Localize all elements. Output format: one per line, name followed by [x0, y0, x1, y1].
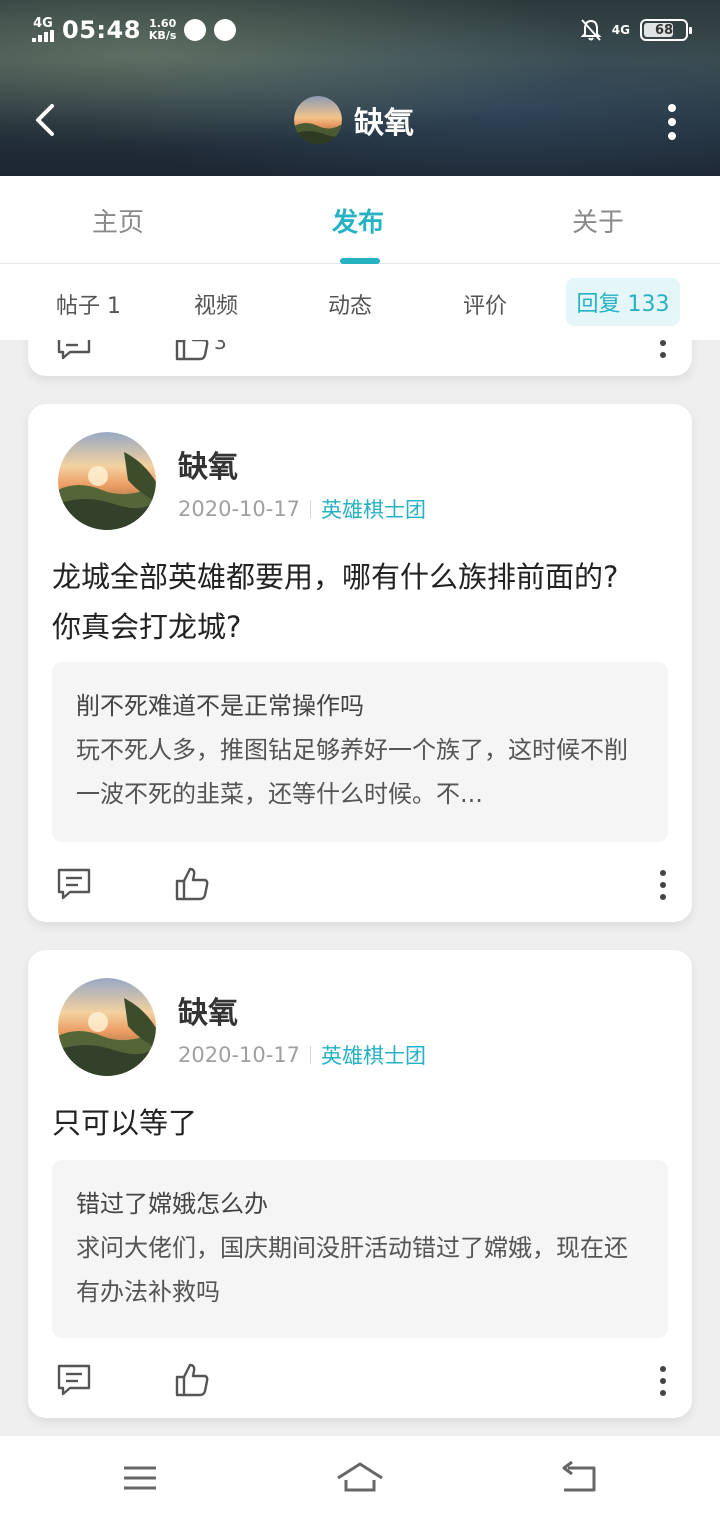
tab-about[interactable]: 关于 [572, 202, 624, 239]
chevron-left-icon[interactable] [30, 100, 62, 140]
network-speed-unit: KB/s [148, 29, 177, 42]
profile-header: 4G 05:48 1.60 KB/s 4G 68 缺氧 [0, 0, 720, 176]
reply-content: 只可以等了 [52, 1106, 198, 1140]
status-left: 4G 05:48 1.60 KB/s [32, 16, 237, 44]
post-actions [28, 1356, 692, 1404]
return-icon[interactable] [556, 1454, 604, 1502]
signal-bars-icon [32, 30, 54, 42]
quoted-post-body: 求问大佬们，国庆期间没肝活动错过了嫦娥，现在还有办法补救吗 [76, 1234, 628, 1306]
page-title: 缺氧 [354, 106, 414, 141]
network-type-right: 4G [611, 23, 630, 37]
compass-icon [214, 19, 237, 41]
subtab-replies[interactable]: 回复 133 [566, 278, 680, 326]
post-date: 2020-10-17 [178, 1043, 301, 1067]
more-options-icon[interactable] [658, 870, 668, 900]
comment-icon[interactable] [54, 1360, 94, 1400]
thumbs-up-icon[interactable] [172, 864, 212, 904]
thumbs-up-icon[interactable] [172, 1360, 212, 1400]
title-group: 缺氧 [294, 96, 414, 144]
avatar[interactable] [58, 978, 156, 1076]
more-options-icon[interactable] [658, 340, 668, 358]
thumbs-up-icon[interactable] [172, 340, 212, 364]
subtab-videos[interactable]: 视频 [194, 288, 238, 320]
avatar[interactable] [294, 96, 342, 144]
battery-level: 68 [654, 22, 674, 38]
post-card[interactable]: 缺氧 2020-10-17 英雄棋士团 龙城全部英雄都要用，哪有什么族排前面的?… [28, 404, 692, 922]
post-actions [28, 860, 692, 908]
signal-indicator: 4G [32, 16, 54, 42]
quoted-post-title: 削不死难道不是正常操作吗 [76, 692, 364, 720]
tab-home[interactable]: 主页 [92, 202, 144, 239]
tab-publish[interactable]: 发布 [332, 202, 384, 239]
chat-bubble-icon [184, 19, 207, 41]
quoted-post-title: 错过了嫦娥怎么办 [76, 1190, 268, 1218]
post-date: 2020-10-17 [178, 497, 301, 521]
meta-divider [310, 500, 312, 518]
subtab-reviews[interactable]: 评价 [463, 288, 507, 320]
home-icon[interactable] [336, 1454, 384, 1502]
like-count: 3 [214, 340, 227, 354]
more-vertical-icon[interactable] [664, 104, 680, 140]
main-tabs: 主页 发布 关于 [0, 176, 720, 264]
reply-feed[interactable]: 3 缺氧 2020-10-17 英雄棋士团 龙城全部英雄都要用，哪有什么族排前面… [0, 340, 720, 1436]
quoted-post-body: 玩不死人多，推图钻足够养好一个族了，这时候不削一波不死的韭菜，还等什么时候。不.… [76, 736, 628, 808]
title-bar: 缺氧 [0, 84, 720, 156]
bell-muted-icon [580, 19, 602, 41]
clock: 05:48 [62, 16, 141, 44]
network-speed: 1.60 KB/s [149, 18, 176, 42]
post-card-partial[interactable]: 3 [28, 340, 692, 376]
more-options-icon[interactable] [658, 1366, 668, 1396]
comment-icon[interactable] [54, 864, 94, 904]
system-nav-bar [0, 1436, 720, 1520]
reply-content: 龙城全部英雄都要用，哪有什么族排前面的?你真会打龙城? [52, 560, 619, 644]
network-type-label: 4G [33, 16, 53, 31]
quoted-post[interactable]: 错过了嫦娥怎么办 求问大佬们，国庆期间没肝活动错过了嫦娥，现在还有办法补救吗 [52, 1160, 668, 1338]
group-link[interactable]: 英雄棋士团 [321, 1040, 426, 1070]
comment-icon[interactable] [54, 340, 94, 364]
meta-divider [310, 1046, 312, 1064]
menu-icon[interactable] [116, 1454, 164, 1502]
avatar[interactable] [58, 432, 156, 530]
quoted-post[interactable]: 削不死难道不是正常操作吗 玩不死人多，推图钻足够养好一个族了，这时候不削一波不死… [52, 662, 668, 842]
status-bar: 4G 05:48 1.60 KB/s 4G 68 [0, 0, 720, 64]
author-name[interactable]: 缺氧 [178, 442, 238, 486]
subtab-posts[interactable]: 帖子 1 [56, 288, 121, 320]
subtab-activity[interactable]: 动态 [328, 288, 372, 320]
post-card[interactable]: 缺氧 2020-10-17 英雄棋士团 只可以等了 错过了嫦娥怎么办 求问大佬们… [28, 950, 692, 1418]
post-meta: 2020-10-17 英雄棋士团 [178, 494, 426, 524]
author-name[interactable]: 缺氧 [178, 988, 238, 1032]
group-link[interactable]: 英雄棋士团 [321, 494, 426, 524]
status-right: 4G 68 [580, 18, 692, 42]
battery-icon: 68 [640, 19, 692, 41]
post-meta: 2020-10-17 英雄棋士团 [178, 1040, 426, 1070]
sub-tabs: 帖子 1 视频 动态 评价 回复 133 [0, 264, 720, 340]
